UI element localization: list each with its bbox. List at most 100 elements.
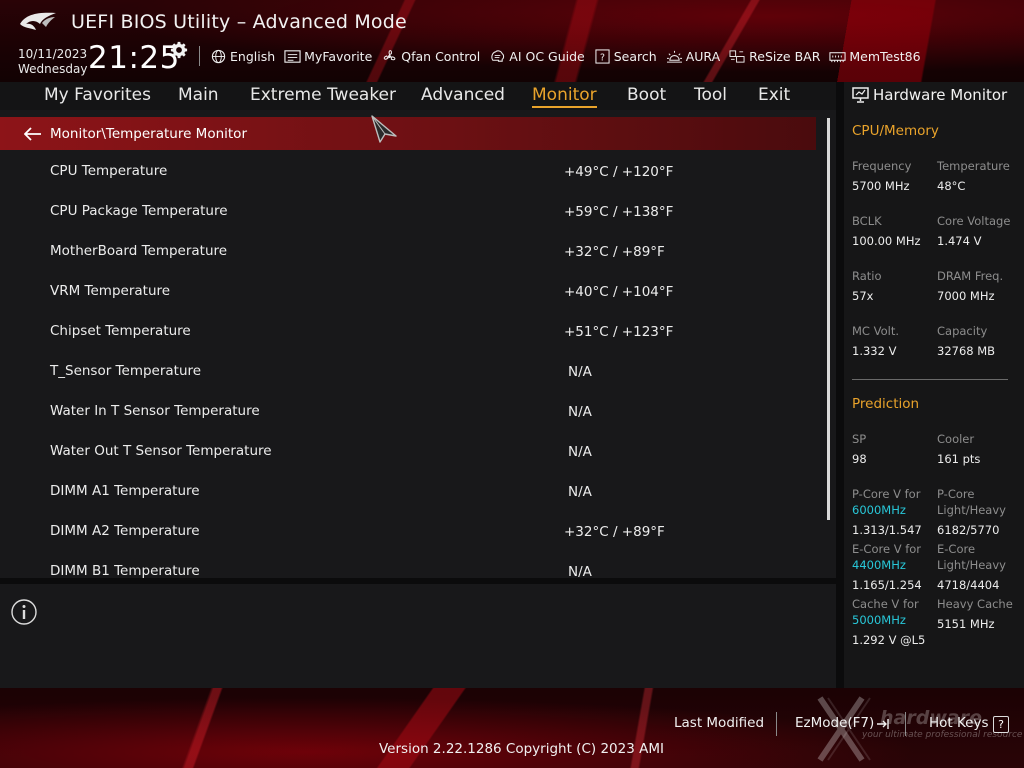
- heavy-cache-value: 5151 MHz: [937, 617, 995, 631]
- ecore-v-cell: E-Core V for 4400MHz 1.165/1.254: [852, 541, 922, 593]
- cache-v-cell: Cache V for 5000MHz 1.292 V @L5: [852, 596, 925, 648]
- mouse-cursor-icon: [371, 115, 397, 143]
- pcore-v-value: 1.313/1.547: [852, 523, 922, 537]
- item-label: DIMM B1 Temperature: [50, 563, 200, 578]
- tab-main[interactable]: Main: [178, 85, 219, 105]
- core-voltage-cell: Core Voltage 1.474 V: [937, 213, 1010, 249]
- ecore-v-label: E-Core V for: [852, 542, 922, 556]
- list-item[interactable]: Water Out T Sensor Temperature N/A: [0, 431, 816, 471]
- tab-tool[interactable]: Tool: [694, 85, 727, 105]
- gear-icon[interactable]: [170, 41, 188, 59]
- ratio-value: 57x: [852, 289, 874, 303]
- pcore-v-freq: 6000MHz: [852, 503, 906, 517]
- ecore-lh-value: 4718/4404: [937, 578, 1000, 592]
- search-button[interactable]: ? Search: [594, 49, 657, 64]
- tab-monitor[interactable]: Monitor: [532, 85, 597, 108]
- hardware-monitor-header: Hardware Monitor: [852, 86, 1007, 104]
- list-item[interactable]: CPU Temperature +49°C / +120°F: [0, 151, 816, 191]
- toolbar: English MyFavorite Qfan Control AI OC Gu…: [199, 46, 930, 66]
- list-item[interactable]: CPU Package Temperature +59°C / +138°F: [0, 191, 816, 231]
- ai-icon: [491, 49, 505, 62]
- ai-oc-guide-button[interactable]: AI OC Guide: [489, 48, 585, 64]
- ai-oc-guide-label: AI OC Guide: [509, 48, 585, 64]
- capacity-label: Capacity: [937, 324, 988, 338]
- list-item[interactable]: DIMM A2 Temperature +32°C / +89°F: [0, 511, 816, 551]
- scrollbar[interactable]: [827, 118, 830, 520]
- app-title: UEFI BIOS Utility – Advanced Mode: [71, 11, 407, 33]
- temperature-label: Temperature: [937, 159, 1010, 173]
- ratio-label: Ratio: [852, 269, 882, 283]
- watermark-text: hardware: [880, 707, 982, 729]
- cache-v-value: 1.292 V @L5: [852, 633, 926, 647]
- aura-label: AURA: [685, 48, 721, 64]
- list-item[interactable]: Chipset Temperature +51°C / +123°F: [0, 311, 816, 351]
- item-label: CPU Temperature: [50, 163, 168, 179]
- qfan-control-label: Qfan Control: [401, 48, 481, 64]
- ezmode-button[interactable]: EzMode(F7): [795, 715, 874, 731]
- language-button[interactable]: English: [210, 49, 275, 64]
- mc-volt-cell: MC Volt. 1.332 V: [852, 323, 899, 359]
- list-item[interactable]: MotherBoard Temperature +32°C / +89°F: [0, 231, 816, 271]
- list-item[interactable]: Water In T Sensor Temperature N/A: [0, 391, 816, 431]
- tab-exit[interactable]: Exit: [758, 85, 790, 105]
- qfan-control-button[interactable]: Qfan Control: [381, 49, 480, 64]
- list-item[interactable]: T_Sensor Temperature N/A: [0, 351, 816, 391]
- aura-icon: [666, 50, 682, 63]
- sp-label: SP: [852, 432, 867, 446]
- list-item[interactable]: DIMM B1 Temperature N/A: [0, 551, 816, 578]
- bclk-cell: BCLK 100.00 MHz: [852, 213, 921, 249]
- item-value: +32°C / +89°F: [564, 244, 665, 260]
- ecore-lh-label: E-Core: [937, 542, 976, 556]
- myfavorite-button[interactable]: MyFavorite: [284, 49, 372, 64]
- dram-freq-label: DRAM Freq.: [937, 269, 1004, 283]
- toolbar-divider: [199, 46, 200, 66]
- resize-bar-button[interactable]: ReSize BAR: [729, 49, 820, 64]
- cooler-label: Cooler: [937, 432, 975, 446]
- heavy-cache-cell: Heavy Cache 5151 MHz: [937, 596, 1013, 632]
- item-label: VRM Temperature: [50, 283, 171, 299]
- ecore-v-freq: 4400MHz: [852, 558, 906, 572]
- footer-divider: [776, 712, 777, 736]
- rog-logo-icon: [20, 12, 56, 30]
- tab-boot[interactable]: Boot: [627, 85, 666, 105]
- list-item[interactable]: DIMM A1 Temperature N/A: [0, 471, 816, 511]
- frequency-label: Frequency: [852, 159, 912, 173]
- item-value: N/A: [568, 484, 592, 500]
- list-item[interactable]: VRM Temperature +40°C / +104°F: [0, 271, 816, 311]
- temperature-value: 48°C: [937, 179, 966, 193]
- item-value: N/A: [568, 404, 592, 420]
- back-arrow-icon[interactable]: [24, 126, 42, 141]
- svg-text:?: ?: [600, 52, 605, 63]
- item-label: DIMM A1 Temperature: [50, 483, 200, 499]
- item-value: N/A: [568, 444, 592, 460]
- hardware-monitor-title: Hardware Monitor: [873, 86, 1008, 104]
- tab-extreme-tweaker[interactable]: Extreme Tweaker: [250, 85, 396, 105]
- item-label: MotherBoard Temperature: [50, 243, 228, 259]
- tab-advanced[interactable]: Advanced: [421, 85, 505, 105]
- memtest86-button[interactable]: MemTest86: [829, 49, 921, 64]
- temperature-cell: Temperature 48°C: [937, 158, 1010, 194]
- core-voltage-value: 1.474 V: [937, 234, 982, 248]
- dram-freq-value: 7000 MHz: [937, 289, 995, 303]
- main-panel: Monitor\Temperature Monitor CPU Temperat…: [0, 110, 836, 578]
- help-panel: [0, 584, 836, 688]
- dram-freq-cell: DRAM Freq. 7000 MHz: [937, 268, 1003, 304]
- last-modified-button[interactable]: Last Modified: [674, 715, 764, 731]
- ratio-cell: Ratio 57x: [852, 268, 882, 304]
- aura-button[interactable]: AURA: [666, 49, 720, 64]
- search-label: Search: [613, 48, 657, 64]
- ecore-lh-cell: E-Core Light/Heavy 4718/4404: [937, 541, 1006, 593]
- pcore-lh-value: 6182/5770: [937, 523, 1000, 537]
- tab-my-favorites[interactable]: My Favorites: [44, 85, 151, 105]
- ecore-lh-sublabel: Light/Heavy: [937, 558, 1006, 572]
- item-label: CPU Package Temperature: [50, 203, 228, 219]
- cpu-memory-title: CPU/Memory: [852, 123, 939, 139]
- item-label: T_Sensor Temperature: [50, 363, 202, 379]
- resize-bar-label: ReSize BAR: [749, 48, 821, 64]
- frequency-cell: Frequency 5700 MHz: [852, 158, 911, 194]
- clock-display: 21:25: [88, 40, 180, 76]
- monitor-icon: [852, 87, 869, 103]
- capacity-value: 32768 MB: [937, 344, 996, 358]
- cooler-cell: Cooler 161 pts: [937, 431, 980, 467]
- breadcrumb[interactable]: Monitor\Temperature Monitor: [0, 117, 816, 150]
